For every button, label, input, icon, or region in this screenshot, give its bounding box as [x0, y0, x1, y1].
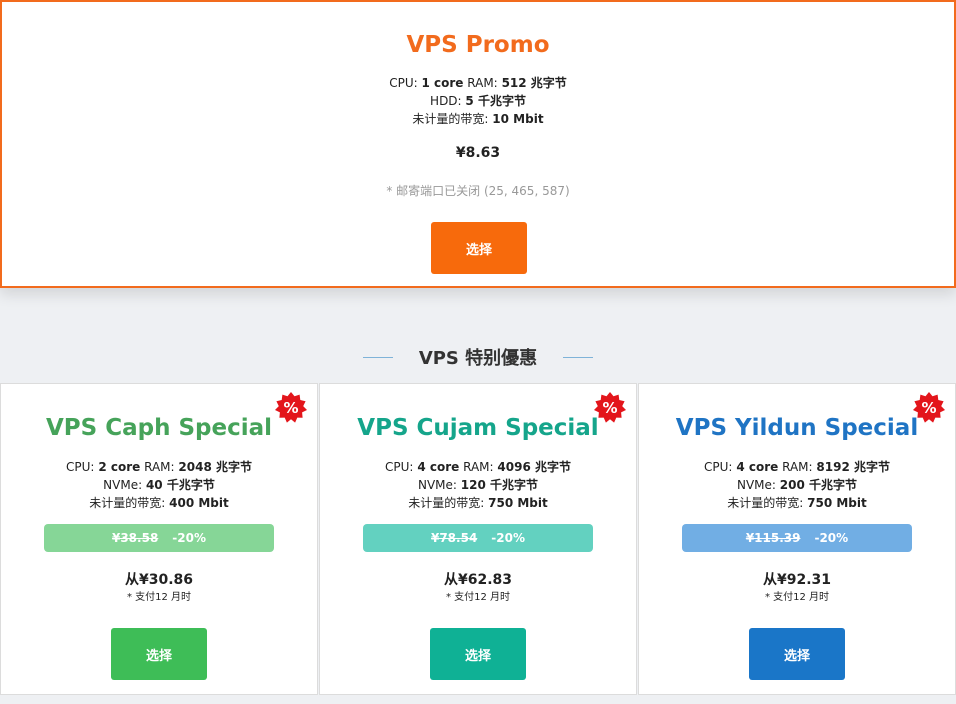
- discount-bar: ¥78.54 -20%: [363, 524, 593, 552]
- cpu-label: CPU:: [704, 460, 733, 474]
- promo-title: VPS Promo: [406, 32, 550, 58]
- bandwidth-line: 未计量的带宽: 750 Mbit: [639, 494, 955, 512]
- cpu-ram-line: CPU: 4 core RAM: 8192 兆字节: [639, 458, 955, 476]
- bandwidth-line: 未计量的带宽: 750 Mbit: [320, 494, 636, 512]
- plan-specs: CPU: 2 core RAM: 2048 兆字节 NVMe: 40 千兆字节 …: [1, 458, 317, 512]
- plan-price: 从¥30.86: [124, 572, 194, 588]
- disk-value: 200 千兆字节: [779, 478, 858, 492]
- section-title: VPS 特别優惠: [418, 348, 538, 369]
- promo-select-button[interactable]: 选择: [431, 222, 527, 274]
- bandwidth-label: 未计量的带宽:: [412, 112, 489, 126]
- cpu-label: CPU:: [66, 460, 95, 474]
- special-cards: % VPS Caph Special CPU: 2 core RAM: 2048…: [0, 383, 956, 695]
- ram-value: 512 兆字节: [501, 76, 567, 90]
- select-button[interactable]: 选择: [430, 628, 526, 680]
- billing-term: * 支付12 月时: [445, 592, 511, 603]
- cpu-value: 2 core: [98, 460, 141, 474]
- plan-card-caph: % VPS Caph Special CPU: 2 core RAM: 2048…: [0, 383, 318, 695]
- disk-line: NVMe: 120 千兆字节: [320, 476, 636, 494]
- discount-bar: ¥115.39 -20%: [682, 524, 912, 552]
- discount-bar: ¥38.58 -20%: [44, 524, 274, 552]
- disk-label: HDD:: [430, 94, 462, 108]
- original-price: ¥38.58: [111, 531, 159, 545]
- disk-value: 40 千兆字节: [145, 478, 215, 492]
- ram-label: RAM:: [144, 460, 175, 474]
- bandwidth-value: 750 Mbit: [807, 496, 867, 510]
- disk-line: NVMe: 40 千兆字节: [1, 476, 317, 494]
- bandwidth-value: 400 Mbit: [169, 496, 229, 510]
- cpu-ram-line: CPU: 4 core RAM: 4096 兆字节: [320, 458, 636, 476]
- plan-price: 从¥62.83: [443, 572, 513, 588]
- disk-value: 5 千兆字节: [465, 94, 526, 108]
- original-price: ¥115.39: [745, 531, 801, 545]
- promo-note: * 邮寄端口已关闭 (25, 465, 587): [386, 184, 570, 198]
- heading-divider-left: [362, 356, 393, 358]
- promo-specs: CPU: 1 core RAM: 512 兆字节 HDD: 5 千兆字节 未计量…: [2, 74, 954, 128]
- plan-title: VPS Yildun Special: [675, 415, 919, 441]
- ram-label: RAM:: [782, 460, 813, 474]
- bandwidth-line: 未计量的带宽: 400 Mbit: [1, 494, 317, 512]
- ram-label: RAM:: [467, 76, 498, 90]
- cpu-label: CPU:: [385, 460, 414, 474]
- cpu-label: CPU:: [389, 76, 418, 90]
- plan-price: 从¥92.31: [762, 572, 832, 588]
- ram-value: 4096 兆字节: [497, 460, 571, 474]
- cpu-value: 4 core: [736, 460, 779, 474]
- discount-percent: -20%: [814, 531, 849, 545]
- ram-label: RAM:: [463, 460, 494, 474]
- bandwidth-label: 未计量的带宽:: [89, 496, 166, 510]
- plan-specs: CPU: 4 core RAM: 8192 兆字节 NVMe: 200 千兆字节…: [639, 458, 955, 512]
- promo-price: ¥8.63: [455, 145, 501, 161]
- discount-percent: -20%: [491, 531, 525, 545]
- bandwidth-value: 750 Mbit: [488, 496, 548, 510]
- bandwidth-label: 未计量的带宽:: [408, 496, 485, 510]
- cpu-value: 1 core: [421, 76, 464, 90]
- plan-card-cujam: % VPS Cujam Special CPU: 4 core RAM: 409…: [319, 383, 637, 695]
- cpu-ram-line: CPU: 1 core RAM: 512 兆字节: [2, 74, 954, 92]
- ram-value: 8192 兆字节: [816, 460, 890, 474]
- disk-value: 120 千兆字节: [460, 478, 539, 492]
- billing-term: * 支付12 月时: [126, 592, 192, 603]
- plan-title: VPS Caph Special: [45, 415, 273, 441]
- ram-value: 2048 兆字节: [178, 460, 252, 474]
- disk-line: NVMe: 200 千兆字节: [639, 476, 955, 494]
- cpu-ram-line: CPU: 2 core RAM: 2048 兆字节: [1, 458, 317, 476]
- cpu-value: 4 core: [417, 460, 460, 474]
- disk-label: NVMe:: [417, 478, 457, 492]
- discount-percent: -20%: [172, 531, 206, 545]
- bandwidth-line: 未计量的带宽: 10 Mbit: [2, 110, 954, 128]
- promo-card: VPS Promo CPU: 1 core RAM: 512 兆字节 HDD: …: [0, 0, 956, 288]
- select-button[interactable]: 选择: [111, 628, 207, 680]
- disk-label: NVMe:: [736, 478, 776, 492]
- plan-title: VPS Cujam Special: [357, 415, 599, 441]
- select-button[interactable]: 选择: [749, 628, 845, 680]
- disk-label: NVMe:: [103, 478, 143, 492]
- plan-specs: CPU: 4 core RAM: 4096 兆字节 NVMe: 120 千兆字节…: [320, 458, 636, 512]
- heading-divider-right: [563, 356, 594, 358]
- disk-line: HDD: 5 千兆字节: [2, 92, 954, 110]
- bandwidth-value: 10 Mbit: [492, 112, 544, 126]
- bandwidth-label: 未计量的带宽:: [727, 496, 804, 510]
- section-heading: VPS 特别優惠: [0, 344, 956, 370]
- plan-card-yildun: % VPS Yildun Special CPU: 4 core RAM: 81…: [638, 383, 956, 695]
- original-price: ¥78.54: [430, 531, 478, 545]
- billing-term: * 支付12 月时: [764, 592, 830, 603]
- pricing-page: VPS Promo CPU: 1 core RAM: 512 兆字节 HDD: …: [0, 0, 956, 704]
